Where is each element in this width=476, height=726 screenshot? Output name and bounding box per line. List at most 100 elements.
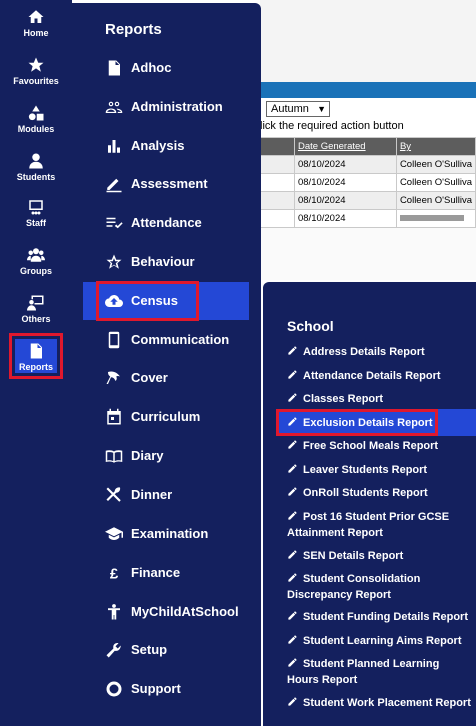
menu-item-communication[interactable]: Communication <box>72 321 261 359</box>
pencil-icon <box>287 549 298 560</box>
pencil-icon <box>287 572 298 583</box>
menu-item-label: Administration <box>131 99 223 114</box>
rail-item-favourites[interactable]: Favourites <box>0 52 72 96</box>
rail-item-label: Students <box>16 172 56 182</box>
rail-item-reports[interactable]: Reports <box>0 338 72 382</box>
report-link-sen-details[interactable]: SEN Details Report <box>287 548 473 564</box>
report-link-free-school-meals[interactable]: Free School Meals Report <box>287 438 473 454</box>
report-link-leaver-students[interactable]: Leaver Students Report <box>287 462 473 478</box>
chevron-down-icon: ▼ <box>317 104 326 114</box>
menu-item-label: Support <box>131 681 181 696</box>
modules-icon <box>27 104 45 122</box>
menu-item-label: Assessment <box>131 176 208 191</box>
rail-item-label: Groups <box>19 266 52 276</box>
star-outline-icon <box>105 253 123 271</box>
home-icon <box>27 8 45 26</box>
table-cell <box>395 209 476 228</box>
report-link-onroll-students[interactable]: OnRoll Students Report <box>287 485 473 501</box>
rail-item-others[interactable]: Others <box>0 290 72 334</box>
menu-item-adhoc[interactable]: Adhoc <box>72 49 261 87</box>
column-header-date-generated[interactable]: Date Generated <box>293 137 397 156</box>
cutlery-icon <box>105 486 123 504</box>
rail-item-label: Reports <box>18 362 53 372</box>
table-row[interactable]: 08/10/2024 Colleen O'Sulliva <box>260 191 476 210</box>
pound-icon: £ <box>105 564 123 582</box>
rail-item-label: Home <box>23 28 49 38</box>
graduation-cap-icon <box>105 525 123 543</box>
report-link-address-details[interactable]: Address Details Report <box>287 344 473 360</box>
rail-item-groups[interactable]: Groups <box>0 242 72 286</box>
report-link-label: Free School Meals Report <box>303 440 439 452</box>
book-icon <box>105 447 123 465</box>
menu-item-finance[interactable]: £ Finance <box>72 554 261 592</box>
report-link-work-placement[interactable]: Student Work Placement Report <box>287 695 473 711</box>
menu-item-attendance[interactable]: Attendance <box>72 204 261 242</box>
report-link-learning-aims[interactable]: Student Learning Aims Report <box>287 633 473 649</box>
menu-item-label: Setup <box>131 642 168 657</box>
pencil-icon <box>287 610 298 621</box>
table-cell <box>260 155 295 174</box>
table-row[interactable]: 08/10/2024 Colleen O'Sulliva <box>260 155 476 174</box>
report-link-student-consolidation[interactable]: Student Consolidation Discrepancy Report <box>287 571 473 603</box>
menu-item-assessment[interactable]: Assessment <box>72 165 261 203</box>
table-cell: 08/10/2024 <box>293 173 397 192</box>
rail-item-students[interactable]: Students <box>0 148 72 192</box>
pencil-icon <box>287 634 298 645</box>
table-row[interactable]: 08/10/2024 <box>260 209 476 228</box>
report-link-label: SEN Details Report <box>303 550 404 562</box>
menu-item-label: Analysis <box>131 138 185 153</box>
report-icon <box>27 342 45 360</box>
menu-item-support[interactable]: Support <box>72 670 261 708</box>
menu-item-administration[interactable]: Administration <box>72 88 261 126</box>
menu-item-mychildatschool[interactable]: MyChildAtSchool <box>72 593 261 631</box>
menu-item-label: Finance <box>131 565 181 580</box>
rail-item-staff[interactable]: Staff <box>0 194 72 238</box>
pencil-icon <box>287 463 298 474</box>
rail-item-home[interactable]: Home <box>0 4 72 48</box>
term-select[interactable]: Autumn ▼ <box>266 101 330 117</box>
report-link-label: Student Planned Learning Hours Report <box>287 658 440 686</box>
report-link-classes[interactable]: Classes Report <box>287 391 473 407</box>
rail-item-label: Staff <box>26 218 46 228</box>
rail-item-modules[interactable]: Modules <box>0 100 72 144</box>
menu-item-analysis[interactable]: Analysis <box>72 127 261 165</box>
menu-item-label: Cover <box>131 370 168 385</box>
pencil-icon <box>105 175 123 193</box>
child-icon <box>105 603 123 621</box>
census-highlight-outline <box>96 281 199 321</box>
table-cell: Colleen O'Sulliva <box>395 155 476 174</box>
menu-item-diary[interactable]: Diary <box>72 437 261 475</box>
report-link-label: Student Work Placement Report <box>303 697 471 709</box>
person-icon <box>27 152 45 170</box>
background-empty-area <box>260 228 476 280</box>
rail-item-label: Others <box>21 314 51 324</box>
pencil-icon <box>287 369 298 380</box>
report-link-student-funding[interactable]: Student Funding Details Report <box>287 609 473 625</box>
table-cell <box>260 173 295 192</box>
reports-menu: Reports Adhoc Administration Analysis As… <box>72 3 261 726</box>
background-title-bar <box>260 82 476 98</box>
menu-item-behaviour[interactable]: Behaviour <box>72 243 261 281</box>
checklist-icon <box>105 214 123 232</box>
menu-item-setup[interactable]: Setup <box>72 631 261 669</box>
menu-item-dinner[interactable]: Dinner <box>72 476 261 514</box>
report-link-planned-learning-hours[interactable]: Student Planned Learning Hours Report <box>287 656 473 688</box>
menu-item-examination[interactable]: Examination <box>72 515 261 553</box>
column-header-by[interactable]: By <box>395 137 476 156</box>
menu-item-label: Adhoc <box>131 60 172 75</box>
menu-title: Reports <box>105 21 162 38</box>
report-link-attendance-details[interactable]: Attendance Details Report <box>287 368 473 384</box>
groups-icon <box>27 246 45 264</box>
bar-chart-icon <box>105 137 123 155</box>
report-link-label: Address Details Report <box>303 346 425 358</box>
lifebuoy-icon <box>105 680 123 698</box>
menu-item-cover[interactable]: Cover <box>72 359 261 397</box>
table-row[interactable]: 08/10/2024 Colleen O'Sulliva <box>260 173 476 192</box>
others-icon <box>27 294 45 312</box>
wrench-icon <box>105 641 123 659</box>
menu-item-curriculum[interactable]: Curriculum <box>72 398 261 436</box>
table-cell: 08/10/2024 <box>293 191 397 210</box>
instruction-text: lick the required action button <box>260 120 404 132</box>
report-link-post16-gcse[interactable]: Post 16 Student Prior GCSE Attainment Re… <box>287 509 473 541</box>
rail-item-label: Modules <box>17 124 55 134</box>
